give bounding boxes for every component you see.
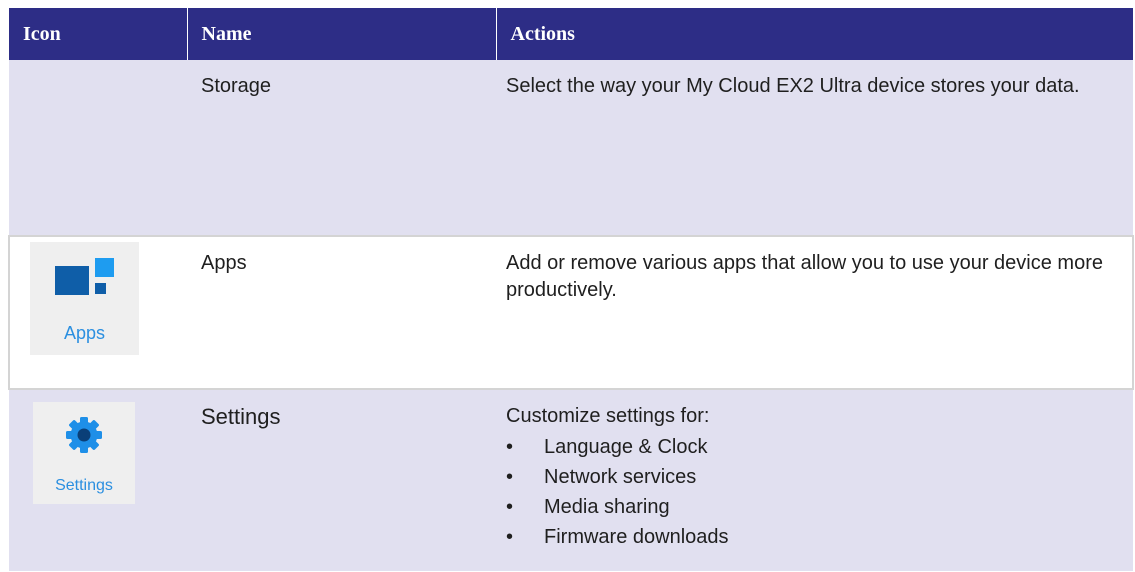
header-name: Name (187, 8, 497, 60)
settings-bullet-list: • Language & Clock • Network services • Med… (506, 432, 1113, 552)
apps-name: Apps (187, 235, 496, 390)
apps-tile: Apps (30, 242, 139, 355)
storage-icon-cell (9, 60, 187, 236)
settings-name: Settings (187, 389, 496, 571)
settings-tile-label: Settings (55, 477, 113, 494)
apps-icon-cell: Apps (8, 235, 187, 390)
help-table-container: Icon Name Actions Storage Select the way… (8, 8, 1134, 572)
storage-action: Select the way your My Cloud EX2 Ultra d… (496, 60, 1133, 236)
header-actions: Actions (496, 8, 1133, 60)
dashboard-icons-table: Icon Name Actions Storage Select the way… (8, 8, 1134, 571)
apps-icon (55, 258, 115, 298)
storage-name: Storage (187, 60, 496, 236)
list-item: • Network services (506, 466, 697, 488)
apps-tile-label: Apps (63, 323, 106, 343)
apps-action: Add or remove various apps that allow yo… (496, 235, 1134, 390)
table-row-apps: Apps Apps Add or remove various apps tha… (8, 235, 1134, 390)
list-item: • Media sharing (506, 496, 670, 518)
list-item: • Firmware downloads (506, 526, 729, 548)
settings-action-cell: Customize settings for: • Language & Cloc… (496, 389, 1133, 571)
gear-icon (66, 417, 102, 453)
table-row-settings: Settings Settings Customize settings for… (9, 389, 1133, 571)
header-icon: Icon (9, 8, 188, 60)
table-row-storage: Storage Select the way your My Cloud EX2… (9, 60, 1133, 236)
list-item: • Language & Clock (506, 436, 708, 458)
settings-tile: Settings (33, 402, 135, 504)
settings-action: Customize settings for: (506, 405, 710, 427)
table-header-row: Icon Name Actions (9, 8, 1133, 60)
settings-icon-cell: Settings (9, 389, 187, 571)
